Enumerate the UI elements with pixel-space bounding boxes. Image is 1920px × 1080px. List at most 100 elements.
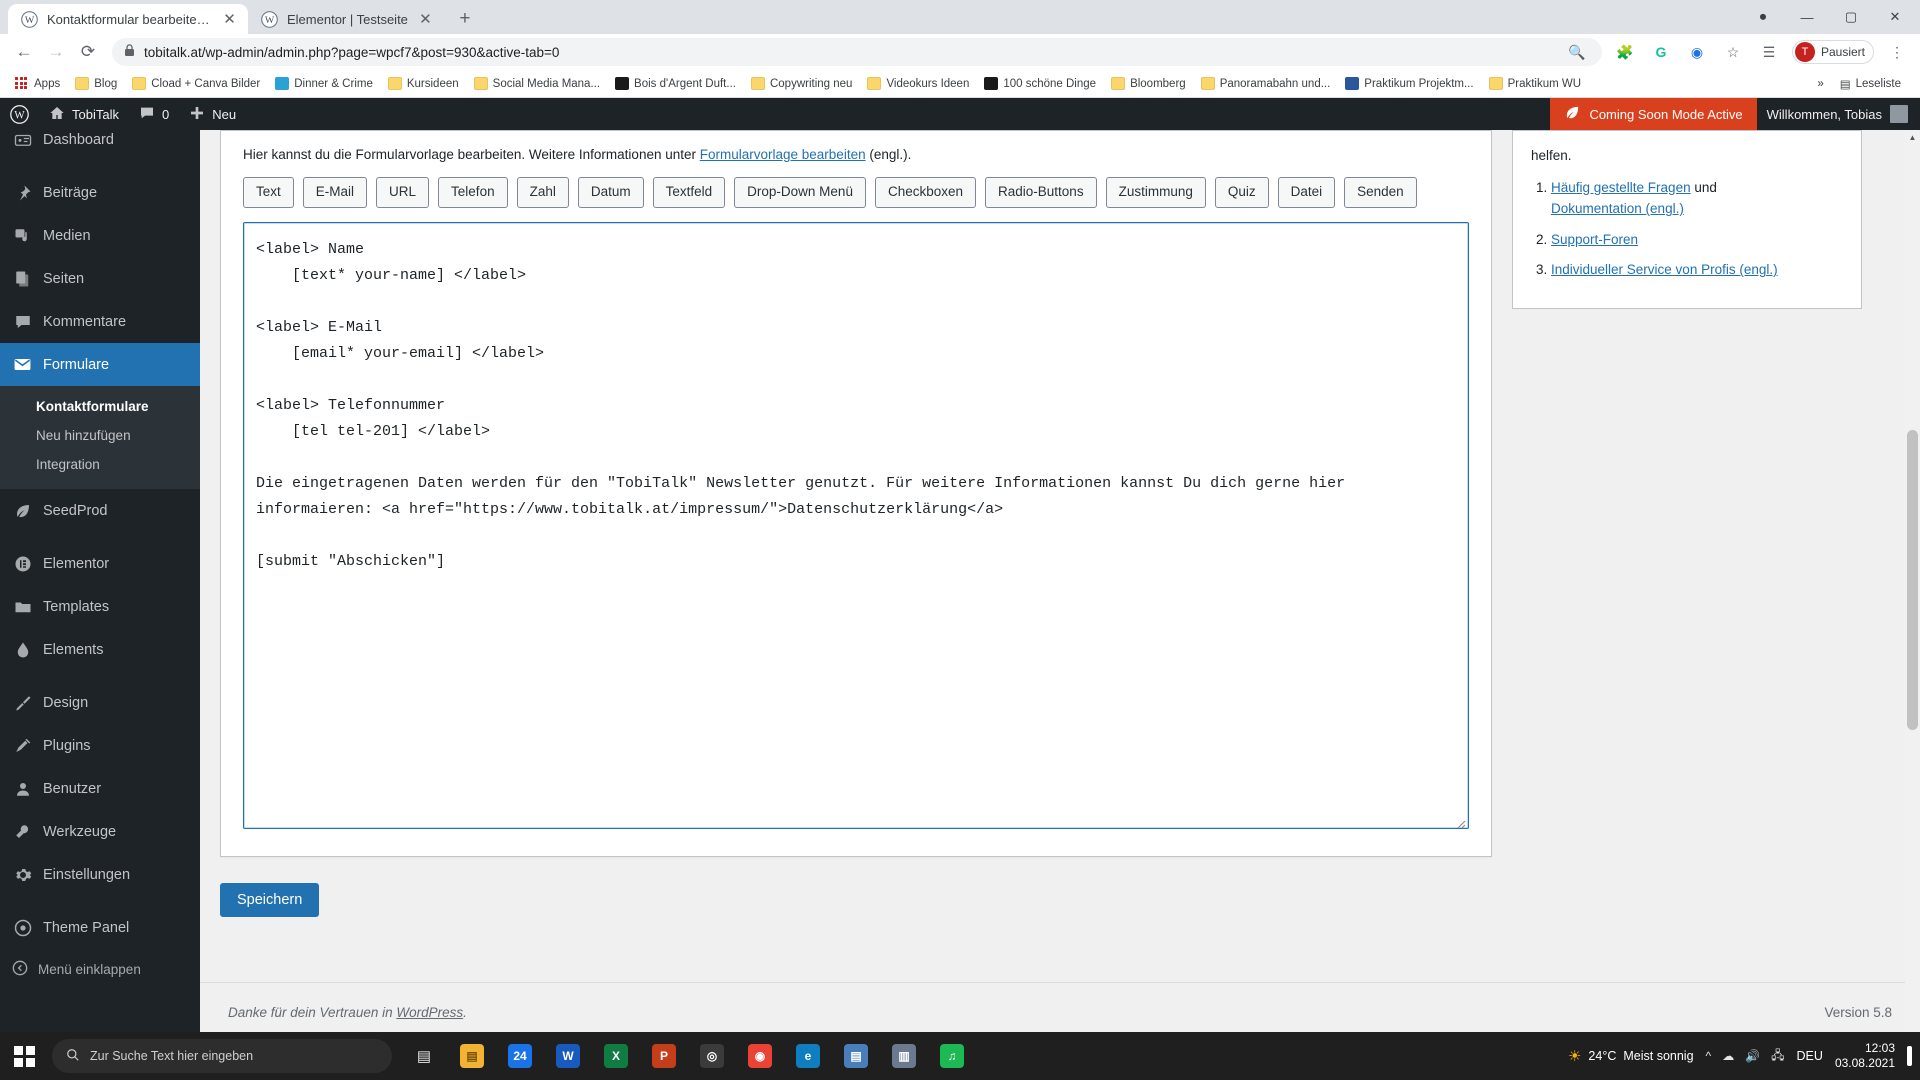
tag-button-zustimmung[interactable]: Zustimmung [1105, 177, 1206, 209]
help-link-dokumentation[interactable]: Dokumentation (engl.) [1551, 201, 1684, 216]
network-icon[interactable]: 🖧 [1771, 1046, 1784, 1067]
help-link-faq[interactable]: Häufig gestellte Fragen [1551, 180, 1691, 195]
scroll-up-icon[interactable]: ▲ [1905, 130, 1920, 145]
windows-start-icon[interactable] [0, 1032, 48, 1080]
coming-soon-badge[interactable]: Coming Soon Mode Active [1550, 98, 1757, 130]
calendar-icon[interactable]: 24 [498, 1034, 542, 1078]
browser-tab-active[interactable]: W Kontaktformular bearbeiten ‹ Tob ✕ [8, 4, 248, 34]
close-window-button[interactable]: ✕ [1876, 4, 1914, 30]
profile-chip[interactable]: T Pausiert [1791, 40, 1874, 64]
printer-icon[interactable]: ▤ [834, 1034, 878, 1078]
sidebar-item-einstellungen[interactable]: Einstellungen [0, 853, 200, 896]
back-icon[interactable]: ← [10, 38, 38, 66]
tag-button-datum[interactable]: Datum [577, 177, 644, 209]
submenu-item-kontaktformulare[interactable]: Kontaktformulare [0, 392, 200, 421]
profile-g-icon[interactable]: ◉ [1684, 39, 1710, 65]
tag-button-url[interactable]: URL [376, 177, 430, 209]
tag-button-quiz[interactable]: Quiz [1214, 177, 1269, 209]
form-code-textarea[interactable] [243, 222, 1469, 830]
help-link-support-foren[interactable]: Support-Foren [1551, 232, 1638, 247]
bookmark-videokurs[interactable]: Videokurs Ideen [861, 74, 975, 93]
sidebar-item-templates[interactable]: Templates [0, 585, 200, 628]
sidebar-item-formulare[interactable]: Formulare [0, 343, 200, 386]
bookmark-100-schoene-dinge[interactable]: 100 schöne Dinge [978, 74, 1102, 93]
bookmarks-overflow-button[interactable]: » [1817, 78, 1823, 90]
sidebar-item-beitraege[interactable]: Beiträge [0, 171, 200, 214]
tag-button-checkboxen[interactable]: Checkboxen [874, 177, 977, 209]
tag-button-datei[interactable]: Datei [1277, 177, 1336, 209]
taskbar-search-input[interactable]: Zur Suche Text hier eingeben [52, 1039, 392, 1073]
bookmark-praktikum-wu[interactable]: Praktikum WU [1483, 74, 1587, 93]
new-tab-button[interactable]: + [450, 4, 480, 34]
bookmark-copywriting[interactable]: Copywriting neu [745, 74, 858, 93]
bookmark-apps[interactable]: Apps [9, 74, 66, 93]
sidebar-item-seiten[interactable]: Seiten [0, 257, 200, 300]
volume-icon[interactable]: 🔊 [1745, 1049, 1760, 1063]
extension-puzzle-icon[interactable]: 🧩 [1612, 39, 1638, 65]
collapse-menu-button[interactable]: Menü einklappen [0, 949, 200, 989]
minimize-button[interactable]: — [1788, 4, 1826, 30]
tag-button-textfeld[interactable]: Textfeld [652, 177, 726, 209]
tag-button-dropdown-menue[interactable]: Drop-Down Menü [734, 177, 866, 209]
bookmark-bloomberg[interactable]: Bloomberg [1105, 74, 1192, 93]
bookmark-cloud-canva[interactable]: Cload + Canva Bilder [126, 74, 266, 93]
photos-icon[interactable]: ▥ [882, 1034, 926, 1078]
tag-button-email[interactable]: E-Mail [302, 177, 368, 209]
bookmark-praktikum-projektm[interactable]: Praktikum Projektm... [1339, 74, 1479, 93]
bookmark-panoramabahn[interactable]: Panoramabahn und... [1195, 74, 1337, 93]
save-button[interactable]: Speichern [220, 883, 320, 918]
help-link-individueller-service[interactable]: Individueller Service von Profis (engl.) [1551, 262, 1778, 277]
sidebar-item-theme-panel[interactable]: Theme Panel [0, 906, 200, 949]
reload-icon[interactable]: ⟳ [74, 38, 102, 66]
sidebar-item-benutzer[interactable]: Benutzer [0, 767, 200, 810]
file-explorer-icon[interactable]: ▤ [450, 1034, 494, 1078]
tag-button-zahl[interactable]: Zahl [516, 177, 569, 209]
sidebar-item-elementor[interactable]: Elementor [0, 542, 200, 585]
weather-widget[interactable]: ☀ 24°C Meist sonnig [1568, 1047, 1694, 1065]
disc-icon[interactable]: ◎ [690, 1034, 734, 1078]
language-indicator[interactable]: DEU [1797, 1049, 1823, 1063]
tag-button-radio-buttons[interactable]: Radio-Buttons [985, 177, 1097, 209]
account-menu[interactable]: Willkommen, Tobias [1757, 105, 1920, 123]
tag-button-telefon[interactable]: Telefon [438, 177, 508, 209]
close-icon[interactable]: ✕ [221, 11, 238, 28]
kebab-menu-icon[interactable]: ⋮ [1884, 39, 1910, 65]
reading-list-button[interactable]: ▤ Leseliste [1834, 74, 1907, 94]
grammarly-icon[interactable]: G [1648, 39, 1674, 65]
sidebar-item-design[interactable]: Design [0, 681, 200, 724]
bookmark-bois-argent[interactable]: Bois d'Argent Duft... [609, 74, 742, 93]
bookmark-social-media[interactable]: Social Media Mana... [468, 74, 606, 93]
forward-icon[interactable]: → [42, 38, 70, 66]
chevron-up-icon[interactable]: ^ [1706, 1049, 1712, 1063]
list-icon[interactable]: ☰ [1756, 39, 1782, 65]
sidebar-item-medien[interactable]: Medien [0, 214, 200, 257]
sidebar-item-elements[interactable]: Elements [0, 628, 200, 671]
sidebar-item-dashboard[interactable]: Dashboard [0, 118, 200, 161]
submenu-item-integration[interactable]: Integration [0, 450, 200, 479]
sidebar-item-kommentare[interactable]: Kommentare [0, 300, 200, 343]
tag-button-text[interactable]: Text [243, 177, 294, 209]
submenu-item-neu-hinzufuegen[interactable]: Neu hinzufügen [0, 421, 200, 450]
address-bar[interactable]: tobitalk.at/wp-admin/admin.php?page=wpcf… [112, 38, 1602, 66]
bookmark-dinner-crime[interactable]: Dinner & Crime [269, 74, 379, 93]
tag-button-senden[interactable]: Senden [1344, 177, 1417, 209]
task-view-icon[interactable]: ▤ [402, 1034, 446, 1078]
bookmark-kursideen[interactable]: Kursideen [382, 74, 465, 93]
notification-icon[interactable] [1907, 1046, 1912, 1066]
cloud-icon[interactable]: ☁ [1722, 1049, 1734, 1063]
bookmark-blog[interactable]: Blog [69, 74, 123, 93]
chrome-icon[interactable]: ◉ [738, 1034, 782, 1078]
excel-icon[interactable]: X [594, 1034, 638, 1078]
edge-icon[interactable]: e [786, 1034, 830, 1078]
browser-tab-2[interactable]: W Elementor | Testseite ✕ [248, 4, 444, 34]
page-scrollbar[interactable]: ▲ ▼ [1905, 130, 1920, 1042]
spotify-icon[interactable]: ♫ [930, 1034, 974, 1078]
clock[interactable]: 12:03 03.08.2021 [1835, 1041, 1895, 1071]
sidebar-item-seedprod[interactable]: SeedProd [0, 489, 200, 532]
scrollbar-thumb[interactable] [1907, 430, 1918, 730]
record-icon[interactable]: ⏺ [1744, 4, 1782, 30]
powerpoint-icon[interactable]: P [642, 1034, 686, 1078]
close-icon[interactable]: ✕ [417, 11, 434, 28]
wordpress-link[interactable]: WordPress [396, 1005, 463, 1020]
sidebar-item-plugins[interactable]: Plugins [0, 724, 200, 767]
